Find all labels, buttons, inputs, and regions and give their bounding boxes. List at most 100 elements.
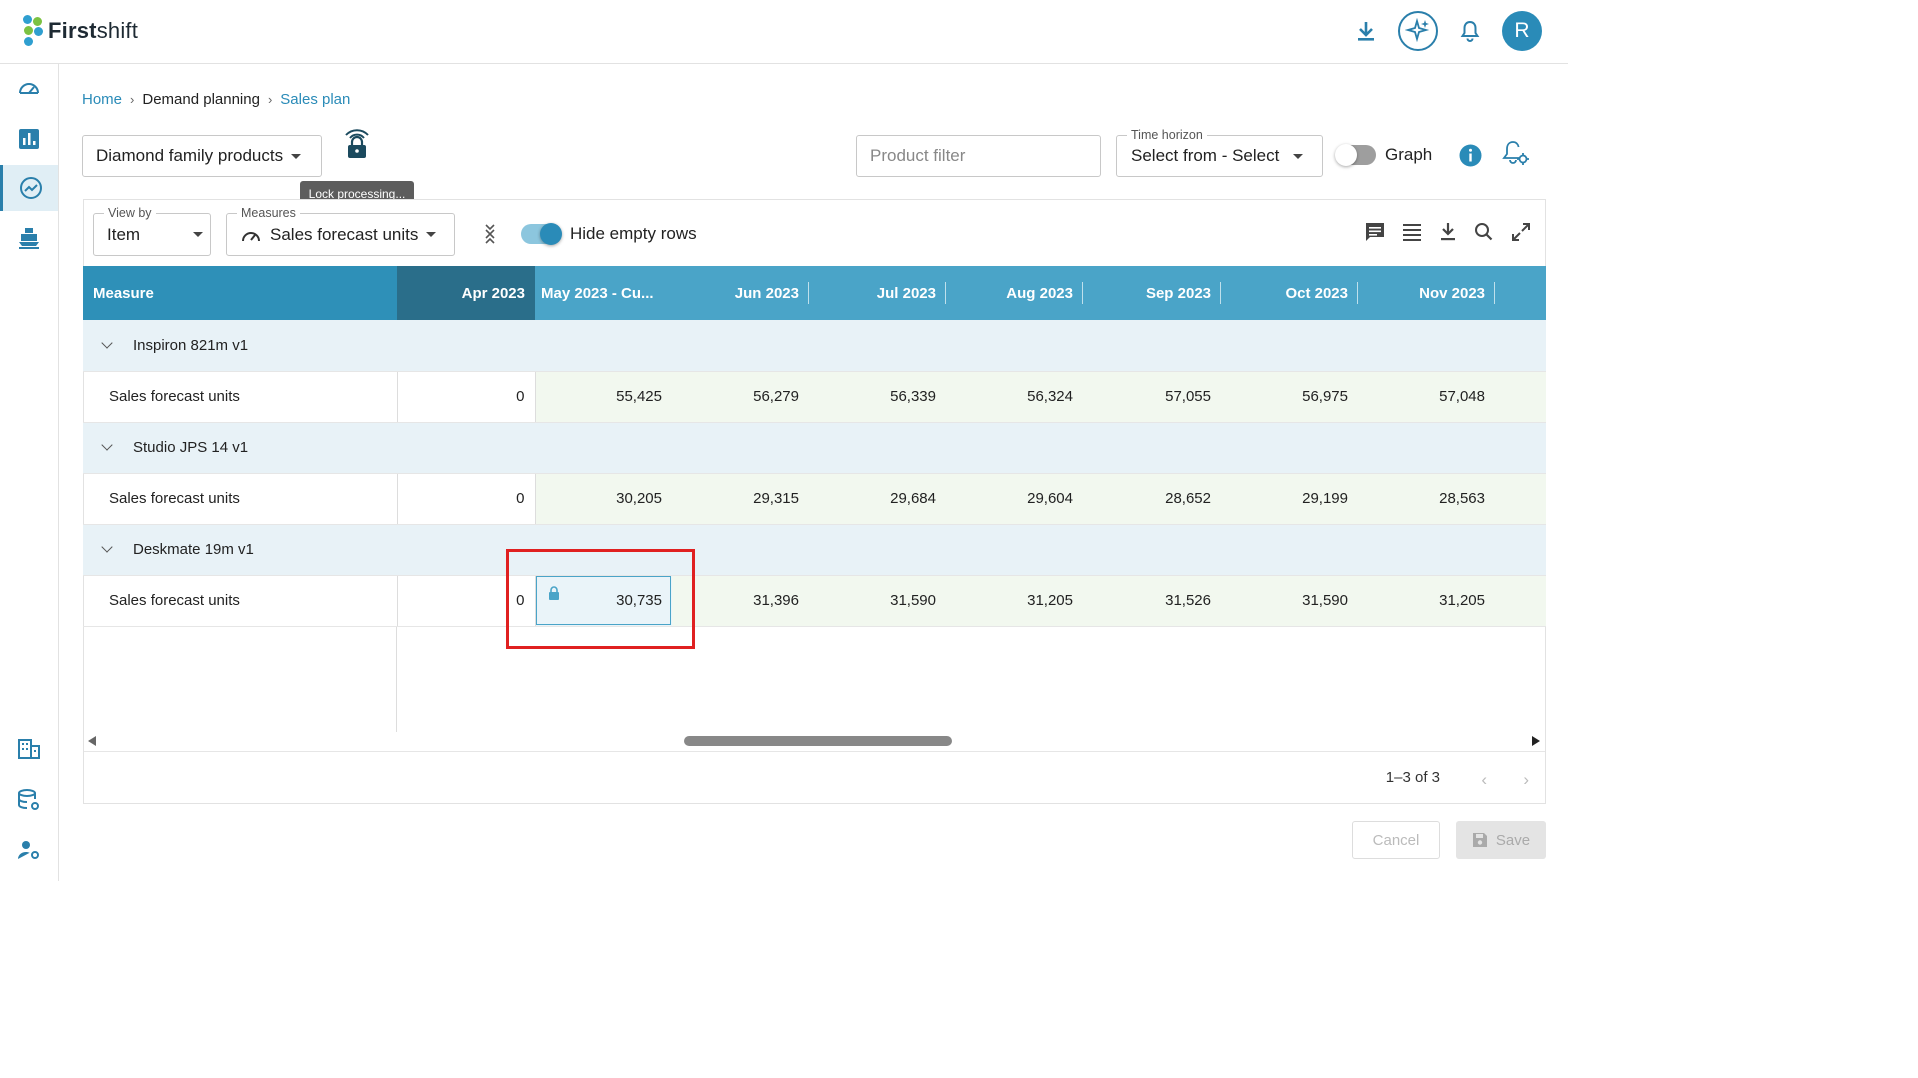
- value-cell[interactable]: 31,590: [1221, 575, 1358, 627]
- column-header-apr-2023[interactable]: Apr 2023: [397, 266, 535, 320]
- group-row[interactable]: Studio JPS 14 v1: [83, 422, 1546, 474]
- logo-mark-icon: [22, 14, 46, 48]
- value-cell[interactable]: 30,205: [535, 473, 672, 525]
- value-cell[interactable]: 57,048: [1358, 371, 1495, 423]
- column-header-jun-2023[interactable]: Jun 2023: [672, 266, 809, 320]
- top-bar: Firstshift R: [0, 0, 1568, 64]
- grid-toolbar: [1364, 221, 1532, 243]
- view-by-select[interactable]: View by Item: [93, 206, 211, 256]
- column-header-nov-2023[interactable]: Nov 2023: [1358, 266, 1495, 320]
- group-row[interactable]: Inspiron 821m v1: [83, 320, 1546, 372]
- bell-icon[interactable]: [1460, 20, 1480, 42]
- value-cell[interactable]: 28,652: [1083, 473, 1221, 525]
- graph-toggle-wrap: Graph: [1335, 144, 1433, 166]
- value-cell[interactable]: 0: [397, 371, 536, 423]
- breadcrumb-home[interactable]: Home: [82, 91, 122, 108]
- measures-select[interactable]: Measures Sales forecast units: [226, 206, 455, 256]
- cancel-button[interactable]: Cancel: [1352, 821, 1440, 859]
- column-header-sep-2023[interactable]: Sep 2023: [1083, 266, 1221, 320]
- breadcrumb-separator: ›: [130, 92, 135, 107]
- grid-header-row: Measure Apr 2023 May 2023 - Cu... Jun 20…: [83, 266, 1546, 320]
- value-cell[interactable]: 31,526: [1083, 575, 1221, 627]
- user-avatar[interactable]: R: [1502, 11, 1542, 51]
- chevron-down-icon[interactable]: [101, 439, 113, 451]
- measures-value: Sales forecast units: [270, 224, 419, 244]
- hide-empty-rows-toggle[interactable]: [521, 223, 562, 245]
- value-cell[interactable]: 56,279: [672, 371, 809, 423]
- value-cell[interactable]: 0: [397, 473, 536, 525]
- graph-toggle[interactable]: [1335, 144, 1376, 166]
- pagination: 1–3 of 3 ‹ ›: [84, 751, 1545, 803]
- value-cell[interactable]: 31,205: [1358, 575, 1495, 627]
- value-cell[interactable]: 31,590: [809, 575, 946, 627]
- pagination-range: 1–3 of 3: [1385, 769, 1440, 786]
- table-row: Sales forecast units 0 30,205 29,315 29,…: [83, 473, 1546, 525]
- value-cell[interactable]: 31,205: [946, 575, 1083, 627]
- scrollbar-thumb[interactable]: [684, 736, 952, 746]
- dashboard-icon[interactable]: [0, 66, 58, 112]
- chevron-down-icon: [193, 232, 203, 237]
- download-icon[interactable]: [1356, 20, 1376, 42]
- lock-processing-icon[interactable]: [343, 126, 371, 165]
- column-header-aug-2023[interactable]: Aug 2023: [946, 266, 1083, 320]
- graph-label: Graph: [1385, 145, 1433, 164]
- scroll-right-icon[interactable]: [1532, 736, 1540, 746]
- hide-empty-rows-wrap: Hide empty rows: [521, 223, 697, 245]
- value-cell[interactable]: 29,199: [1221, 473, 1358, 525]
- chevron-down-icon: [291, 153, 302, 159]
- horizontal-scrollbar[interactable]: [86, 733, 1542, 749]
- trend-icon[interactable]: [0, 165, 58, 211]
- info-icon[interactable]: [1459, 144, 1482, 167]
- bar-chart-icon[interactable]: [0, 116, 58, 162]
- scroll-left-icon[interactable]: [88, 736, 96, 746]
- value-cell[interactable]: 56,975: [1221, 371, 1358, 423]
- save-button[interactable]: Save: [1456, 821, 1546, 859]
- chevron-left-icon[interactable]: ‹: [1481, 770, 1487, 790]
- building-icon[interactable]: [0, 726, 58, 772]
- column-header-jul-2023[interactable]: Jul 2023: [809, 266, 946, 320]
- sidebar: [0, 64, 59, 881]
- column-header-oct-2023[interactable]: Oct 2023: [1221, 266, 1358, 320]
- breadcrumb-separator: ›: [267, 92, 273, 107]
- measures-label: Measures: [237, 206, 300, 220]
- measure-name-cell: Sales forecast units: [83, 371, 398, 423]
- gauge-icon: [242, 231, 260, 241]
- value-cell[interactable]: 29,684: [809, 473, 946, 525]
- value-cell[interactable]: 29,315: [672, 473, 809, 525]
- group-row[interactable]: Deskmate 19m v1: [83, 524, 1546, 576]
- user-settings-icon[interactable]: [0, 827, 58, 873]
- ship-icon[interactable]: [0, 215, 58, 261]
- column-header-overflow: [1495, 266, 1546, 320]
- value-cell[interactable]: 56,339: [809, 371, 946, 423]
- value-cell[interactable]: 57,055: [1083, 371, 1221, 423]
- column-header-measure[interactable]: Measure: [83, 266, 397, 320]
- time-horizon-value: Select from - Select: [1131, 146, 1280, 165]
- value-cell[interactable]: 55,425: [535, 371, 672, 423]
- value-cell[interactable]: 56,324: [946, 371, 1083, 423]
- database-settings-icon[interactable]: [0, 777, 58, 823]
- fullscreen-icon[interactable]: [1510, 221, 1532, 243]
- chevron-down-icon[interactable]: [101, 541, 113, 553]
- firstshift-logo[interactable]: Firstshift: [22, 14, 138, 48]
- time-horizon-label: Time horizon: [1127, 128, 1207, 142]
- bell-settings-icon[interactable]: [1501, 139, 1531, 169]
- ai-sparkle-icon[interactable]: [1398, 11, 1438, 51]
- chevron-down-icon: [1293, 153, 1303, 159]
- chevron-down-icon[interactable]: [101, 337, 113, 349]
- value-cell[interactable]: 29,604: [946, 473, 1083, 525]
- list-icon[interactable]: [1401, 221, 1423, 243]
- value-cell[interactable]: 28,563: [1358, 473, 1495, 525]
- breadcrumb-sales-plan[interactable]: Sales plan: [280, 91, 350, 108]
- comment-icon[interactable]: [1364, 221, 1386, 243]
- table-row: Sales forecast units 0 55,425 56,279 56,…: [83, 371, 1546, 423]
- group-name: Deskmate 19m v1: [133, 541, 254, 558]
- export-download-icon[interactable]: [1438, 221, 1458, 243]
- column-header-may-2023[interactable]: May 2023 - Cu...: [535, 266, 672, 320]
- collapse-all-icon[interactable]: [482, 222, 498, 246]
- breadcrumb-demand-planning[interactable]: Demand planning: [142, 91, 260, 108]
- product-family-select[interactable]: Diamond family products: [82, 135, 322, 177]
- time-horizon-select[interactable]: Time horizon Select from - Select: [1116, 128, 1323, 177]
- product-filter-input[interactable]: Product filter: [856, 135, 1101, 177]
- search-icon[interactable]: [1473, 221, 1495, 243]
- chevron-right-icon[interactable]: ›: [1523, 770, 1529, 790]
